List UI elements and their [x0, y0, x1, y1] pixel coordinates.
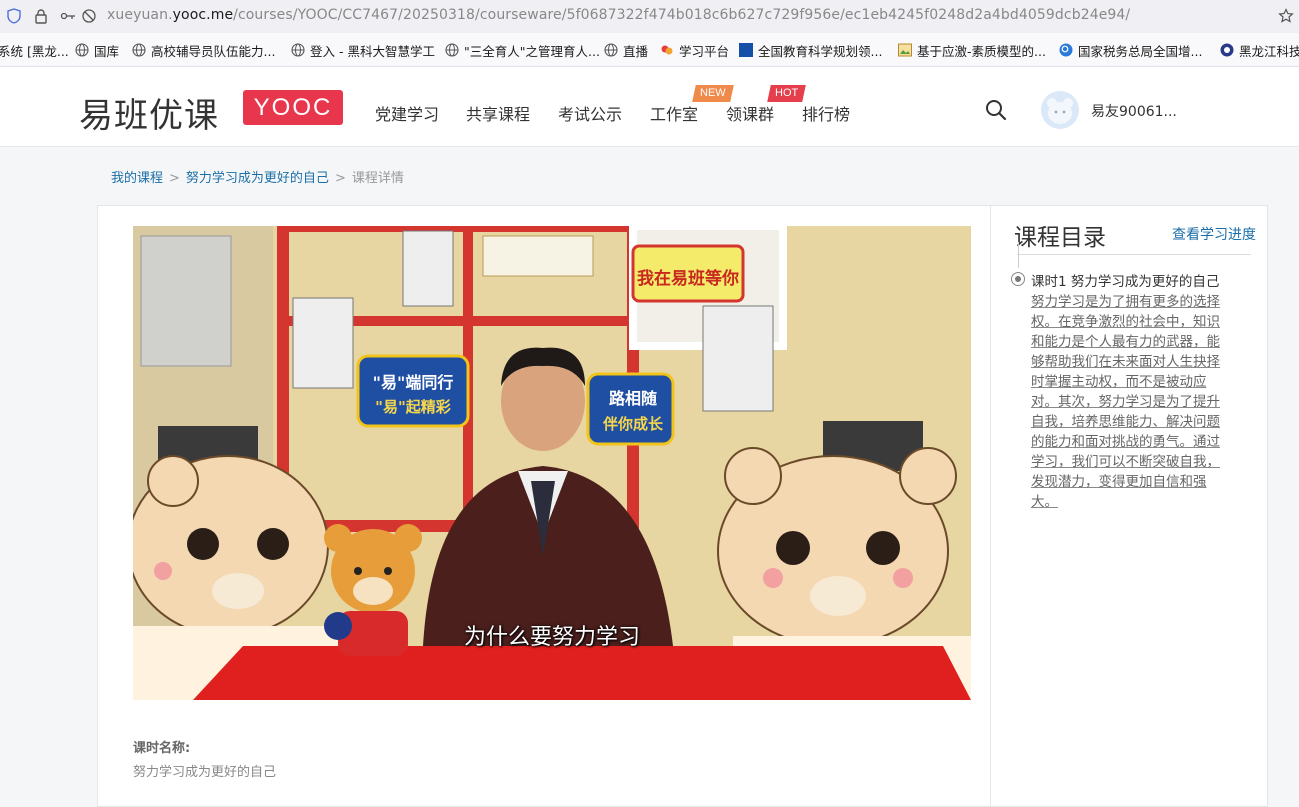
course-catalog-sidebar: 课程目录 查看学习进度 课时1 努力学习成为更好的自己 努力学习是为了拥有更多的…: [990, 206, 1268, 806]
avatar[interactable]: [1041, 91, 1079, 129]
bookmark-item[interactable]: 系统 [黑龙...: [0, 41, 69, 59]
banner-left-sub: "易"起精彩: [375, 398, 451, 416]
globe-icon: [445, 43, 459, 57]
url-host: yooc.me: [172, 7, 234, 23]
hot-badge: HOT: [767, 85, 807, 102]
bookmark-label: 直播: [623, 43, 649, 59]
banner-right-text: 路相随: [609, 389, 657, 408]
logo-badge[interactable]: YOOC: [243, 90, 343, 125]
globe-icon: [75, 43, 89, 57]
nav-party-study[interactable]: 党建学习: [375, 101, 439, 125]
bookmark-label: "三全育人"之管理育人...: [464, 43, 600, 59]
url-path: /courses/YOOC/CC7467/20250318/courseware…: [233, 7, 1131, 23]
catalog-title: 课程目录: [1014, 225, 1106, 251]
bookmark-item[interactable]: 国家税务总局全国增...: [1059, 41, 1202, 59]
breadcrumb-separator: >: [334, 171, 346, 186]
hot-badge-text: HOT: [775, 87, 799, 99]
bookmark-label: 全国教育科学规划领...: [758, 43, 883, 59]
bookmark-item[interactable]: 基于应激-素质模型的...: [898, 41, 1046, 59]
browser-url-bar[interactable]: xueyuan.yooc.me/courses/YOOC/CC7467/2025…: [0, 0, 1299, 33]
globe-icon: [132, 43, 146, 57]
bookmark-item[interactable]: 直播: [604, 41, 648, 59]
lesson-radio-icon[interactable]: [1011, 272, 1025, 286]
university-seal-icon: [1220, 43, 1234, 57]
square-logo-icon: [739, 43, 753, 57]
new-badge: NEW: [692, 85, 734, 102]
bookmark-label: 高校辅导员队伍能力...: [151, 43, 276, 59]
breadcrumb: 我的课程 > 努力学习成为更好的自己 > 课程详情: [111, 167, 404, 186]
bookmark-item[interactable]: "三全育人"之管理育人...: [445, 41, 600, 59]
lesson-item-title[interactable]: 课时1 努力学习成为更好的自己: [1031, 270, 1219, 290]
bookmarks-bar: 系统 [黑龙... 国库 高校辅导员队伍能力... 登入 - 黑科大智慧学工 "…: [0, 33, 1299, 67]
course-content-card: 我在易班等你 "易"端同行 "易"起精彩 路相随 伴你成长 为什么要努力学习 课…: [97, 205, 1268, 807]
nav-studio[interactable]: 工作室: [650, 101, 698, 125]
avatar-bear-icon: [1041, 91, 1079, 129]
banner-left-text: "易"端同行: [373, 373, 454, 392]
video-subtitle: 为什么要努力学习: [463, 625, 640, 650]
video-player[interactable]: 我在易班等你 "易"端同行 "易"起精彩 路相随 伴你成长 为什么要努力学习: [133, 226, 971, 700]
url-prefix: xueyuan.: [107, 7, 173, 23]
bookmark-label: 国家税务总局全国增...: [1078, 43, 1203, 59]
nav-exam-notice[interactable]: 考试公示: [558, 101, 622, 125]
breadcrumb-current: 课程详情: [351, 171, 404, 186]
bookmark-star-icon[interactable]: [1278, 8, 1294, 24]
bookmark-item[interactable]: 高校辅导员队伍能力...: [132, 41, 275, 59]
breadcrumb-course[interactable]: 努力学习成为更好的自己: [186, 171, 329, 186]
logo-text[interactable]: 易班优课: [79, 88, 219, 137]
url-text[interactable]: xueyuan.yooc.me/courses/YOOC/CC7467/2025…: [107, 7, 1130, 23]
bookmark-label: 基于应激-素质模型的...: [917, 43, 1046, 59]
catalog-divider: [1017, 254, 1251, 255]
bookmark-label: 登入 - 黑科大智慧学工: [310, 43, 435, 59]
bookmark-item[interactable]: 全国教育科学规划领...: [739, 41, 882, 59]
breadcrumb-separator: >: [169, 171, 180, 186]
bookmark-item[interactable]: 学习平台: [660, 41, 729, 59]
nav-shared-courses[interactable]: 共享课程: [466, 101, 530, 125]
lesson-item-description[interactable]: 努力学习是为了拥有更多的选择权。在竞争激烈的社会中，知识和能力是个人最有力的武器…: [1031, 292, 1229, 512]
globe-icon: [604, 43, 618, 57]
lesson-name-value: 努力学习成为更好的自己: [133, 765, 277, 780]
site-header: 易班优课 YOOC 党建学习 共享课程 考试公示 工作室 领课群 排行榜 NEW…: [0, 67, 1299, 147]
breadcrumb-my-courses[interactable]: 我的课程: [111, 171, 163, 186]
bookmark-label: 学习平台: [679, 43, 730, 59]
bookmark-label: 黑龙江科技: [1239, 43, 1299, 59]
lesson-meta: 课时名称: 努力学习成为更好的自己: [133, 737, 276, 780]
bookmark-item[interactable]: 国库: [75, 41, 119, 59]
globe-icon: [291, 43, 305, 57]
view-progress-link[interactable]: 查看学习进度: [1172, 224, 1256, 244]
image-file-icon: [898, 43, 912, 57]
search-icon[interactable]: [985, 99, 1007, 121]
bookmark-label: 国库: [94, 43, 120, 59]
new-badge-text: NEW: [700, 87, 726, 99]
search-logo-icon: [1059, 43, 1073, 57]
nav-leaderboard[interactable]: 排行榜: [802, 101, 850, 125]
permissions-icon[interactable]: [60, 8, 76, 24]
bookmark-item[interactable]: 登入 - 黑科大智慧学工: [291, 41, 435, 59]
timeline-line: [1018, 242, 1019, 268]
sign-text: 我在易班等你: [637, 268, 739, 289]
nav-course-group[interactable]: 领课群: [726, 101, 774, 125]
banner-right-sub: 伴你成长: [602, 415, 664, 433]
username[interactable]: 易友90061...: [1091, 101, 1177, 121]
lesson-name-label: 课时名称:: [133, 741, 191, 756]
shield-icon[interactable]: [6, 8, 22, 24]
lock-icon[interactable]: [33, 8, 49, 24]
bookmark-label: 系统 [黑龙...: [0, 43, 69, 59]
bookmark-item[interactable]: 黑龙江科技: [1220, 41, 1299, 59]
tracking-protection-icon[interactable]: [81, 8, 97, 24]
platform-logo-icon: [661, 45, 673, 55]
certificate-frame: [402, 230, 454, 307]
